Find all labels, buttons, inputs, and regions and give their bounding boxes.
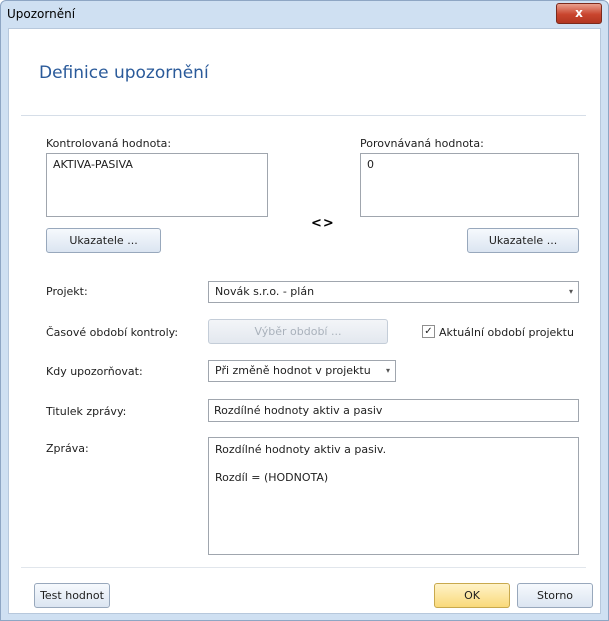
title-bar[interactable]: Upozornění x (1, 1, 608, 27)
period-label: Časové období kontroly: (46, 326, 179, 339)
checked-value-label: Kontrolovaná hodnota: (46, 137, 172, 150)
dialog-window: Upozornění x Definice upozornění Kontrol… (0, 0, 609, 621)
compared-value-label: Porovnávaná hodnota: (360, 137, 484, 150)
dialog-header: Definice upozornění (21, 39, 586, 116)
current-period-label: Aktuální období projektu (439, 326, 574, 339)
message-label: Zpráva: (46, 442, 89, 455)
close-icon: x (575, 6, 583, 20)
chevron-down-icon: ▾ (385, 366, 390, 375)
when-label: Kdy upozorňovat: (46, 365, 143, 378)
project-label: Projekt: (46, 285, 88, 298)
period-select-button[interactable]: Výběr období ... (208, 319, 388, 344)
check-icon: ✓ (424, 326, 433, 337)
compared-indicators-button[interactable]: Ukazatele ... (467, 228, 579, 253)
when-select-value: Při změně hodnot v projektu (215, 364, 371, 377)
dialog-body: Definice upozornění Kontrolovaná hodnota… (8, 28, 601, 614)
subject-field[interactable]: Rozdílné hodnoty aktiv a pasiv (208, 399, 579, 422)
footer-divider (21, 567, 586, 568)
checked-value-field[interactable]: AKTIVA-PASIVA (46, 153, 268, 217)
subject-label: Titulek zprávy: (46, 405, 127, 418)
project-select-value: Novák s.r.o. - plán (215, 285, 315, 298)
test-values-button[interactable]: Test hodnot (34, 583, 110, 608)
when-select[interactable]: Při změně hodnot v projektu ▾ (208, 360, 396, 382)
message-field[interactable]: Rozdílné hodnoty aktiv a pasiv. Rozdíl =… (208, 437, 579, 555)
operator-label: <> (311, 216, 335, 231)
checked-indicators-button[interactable]: Ukazatele ... (46, 228, 161, 253)
cancel-button[interactable]: Storno (517, 583, 593, 608)
project-select[interactable]: Novák s.r.o. - plán ▾ (208, 281, 579, 303)
page-title: Definice upozornění (39, 63, 209, 83)
close-button[interactable]: x (556, 3, 602, 24)
current-period-checkbox[interactable]: ✓ (422, 325, 435, 338)
compared-value-field[interactable]: 0 (360, 153, 579, 217)
chevron-down-icon: ▾ (568, 287, 573, 296)
window-title: Upozornění (7, 7, 76, 21)
ok-button[interactable]: OK (434, 583, 510, 608)
